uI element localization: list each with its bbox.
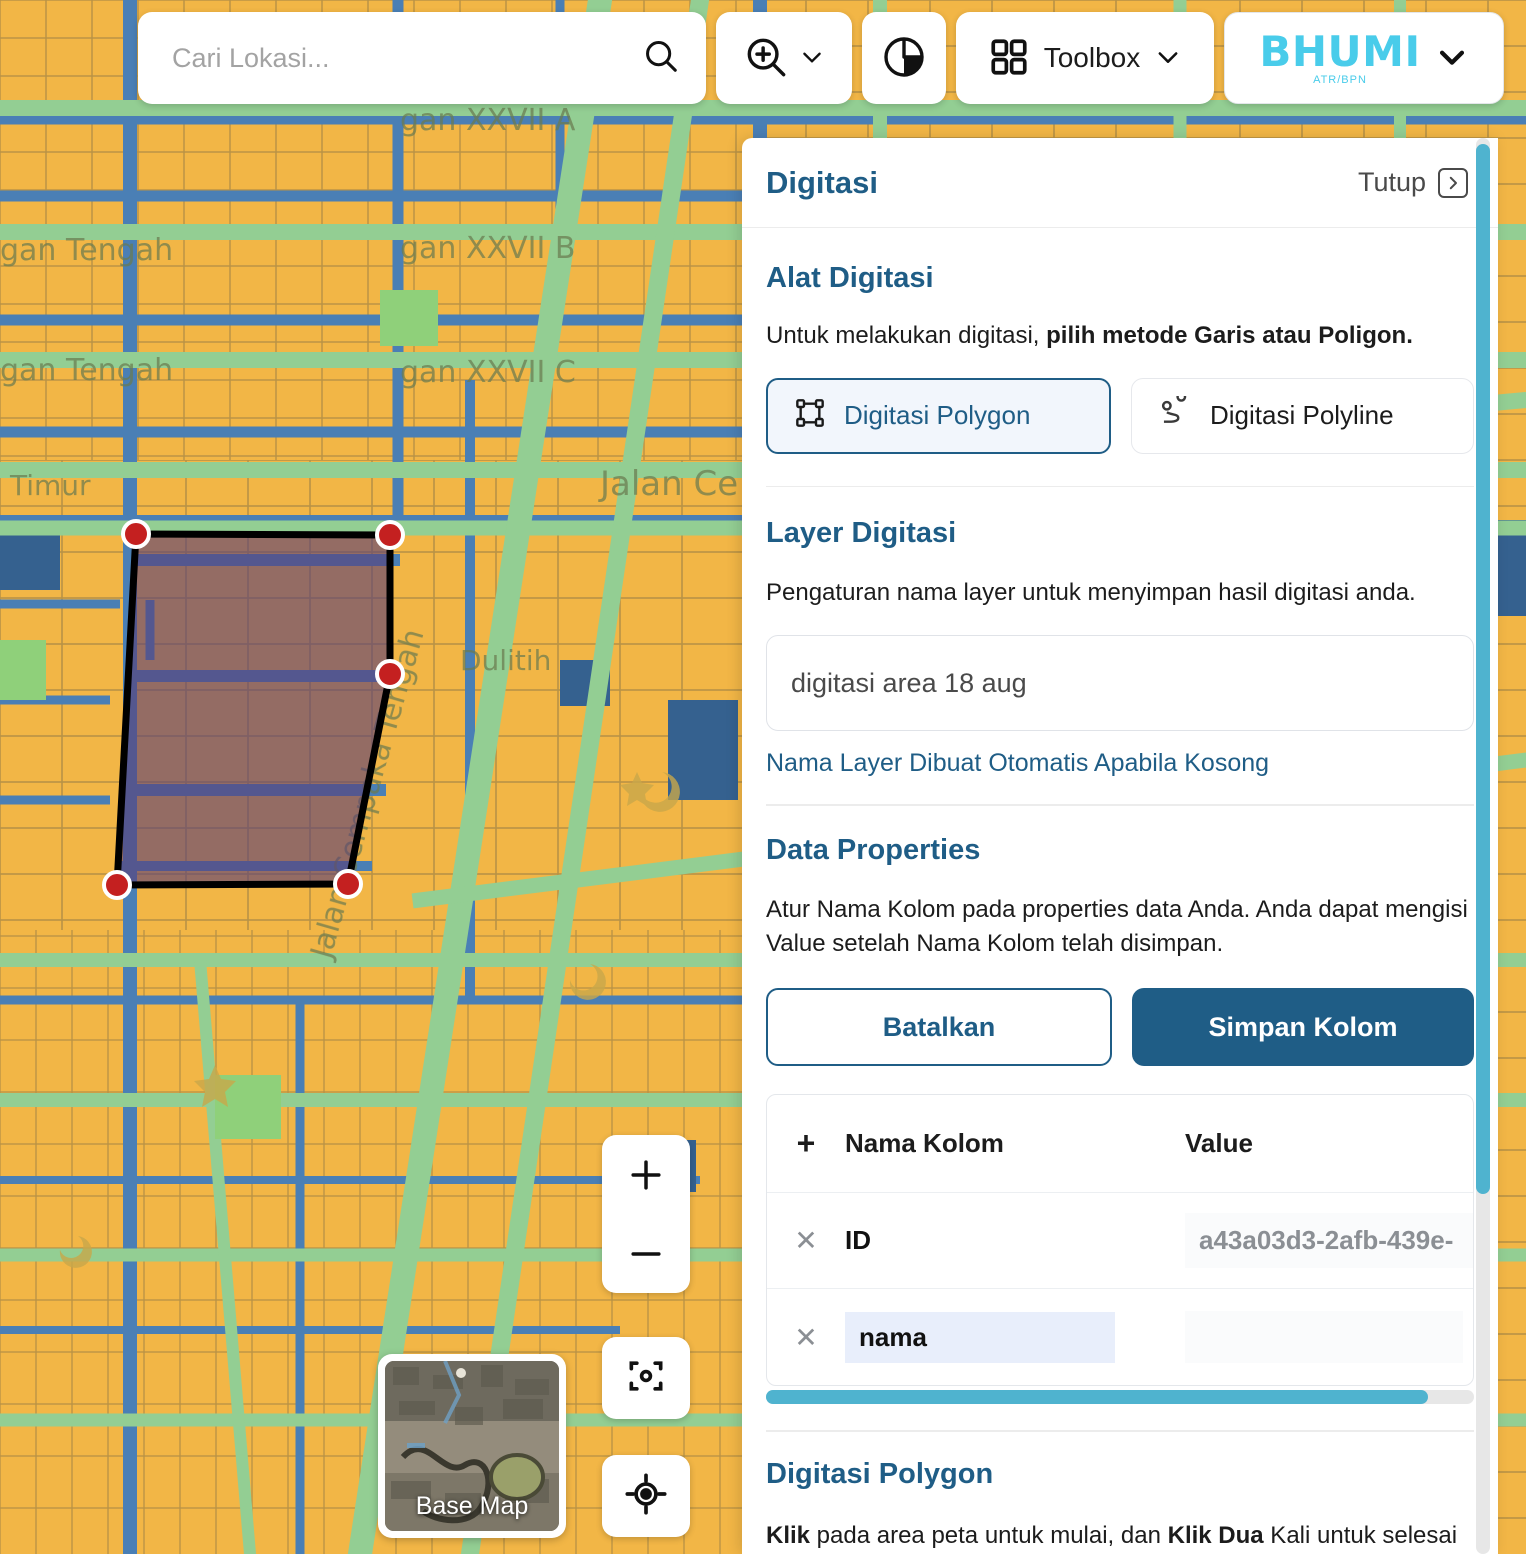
my-location-button[interactable] [602,1455,690,1537]
chevron-down-icon [1435,40,1469,77]
digitasi-polygon-button[interactable]: Digitasi Polygon [766,377,1111,454]
polygon-nodes-icon [794,397,826,434]
panel-body: Alat Digitasi Untuk melakukan digitasi, … [742,228,1498,1554]
polyline-route-icon [1158,392,1192,435]
section-help: Digitasi Polygon Klik pada area peta unt… [766,1432,1474,1554]
help-heading: Digitasi Polygon [766,1457,994,1490]
focus-frame-icon [624,1354,668,1403]
svg-text:gan XXVII B: gan XXVII B [400,231,575,266]
digitasi-polygon-label: Digitasi Polygon [844,400,1031,431]
search-input[interactable] [172,42,642,74]
table-header-row: + Nama Kolom Value [767,1095,1473,1194]
digitized-polygon [113,530,394,889]
alat-desc-bold: pilih metode Garis atau Poligon. [1046,322,1413,349]
help-bold-1: Klik [766,1521,811,1549]
focus-extent-button[interactable] [602,1337,690,1419]
panel-header: Digitasi Tutup [742,138,1498,228]
method-buttons: Digitasi Polygon Digitasi Polyline [766,377,1474,454]
zoom-out-button[interactable] [602,1214,690,1293]
help-text-1: pada area peta untuk mulai, dan [810,1521,1168,1549]
panel-scroll-thumb[interactable] [1476,144,1490,1194]
svg-text:Jalan Ce: Jalan Ce [598,464,738,504]
chevron-down-icon [1154,43,1182,74]
close-panel-label: Tutup [1357,167,1426,197]
props-heading: Data Properties [766,833,981,866]
basemap-thumbnail: Base Map [385,1361,559,1531]
alat-description: Untuk melakukan digitasi, pilih metode G… [766,319,1474,354]
digitasi-polyline-button[interactable]: Digitasi Polyline [1131,377,1474,454]
close-x-icon[interactable]: ✕ [794,1321,817,1354]
props-action-buttons: Batalkan Simpan Kolom [766,988,1474,1067]
digitasi-polyline-label: Digitasi Polyline [1210,400,1394,431]
close-panel-button[interactable]: Tutup [1358,167,1468,198]
search-icon[interactable] [642,37,680,80]
zoom-controls [602,1135,690,1293]
table-scroll-thumb[interactable] [766,1390,1428,1405]
section-layer-digitasi: Layer Digitasi Pengaturan nama layer unt… [766,487,1474,778]
svg-text:gan XXVII A: gan XXVII A [400,103,576,138]
statistics-button[interactable] [862,12,946,104]
row-value-id: a43a03d3-2afb-439e- [1185,1213,1473,1269]
chevron-right-box-icon [1438,167,1468,198]
section-data-properties: Data Properties Atur Nama Kolom pada pro… [766,806,1474,1405]
row-name-input-nama[interactable]: nama [845,1311,1115,1363]
col-header-value: Value [1185,1128,1253,1159]
layer-heading: Layer Digitasi [766,517,957,550]
svg-text:Timur: Timur [9,469,91,502]
bhumi-logo: BHUMI ATR/BPN [1259,26,1421,86]
table-horizontal-scrollbar[interactable] [766,1390,1474,1405]
table-row: ✕ ID a43a03d3-2afb-439e- [767,1193,1473,1290]
layer-auto-note: Nama Layer Dibuat Otomatis Apabila Koson… [766,749,1270,778]
properties-table: + Nama Kolom Value ✕ ID a43a03d3-2afb-43… [766,1094,1474,1387]
cancel-button[interactable]: Batalkan [766,988,1112,1067]
props-description: Atur Nama Kolom pada properties data And… [766,895,1468,958]
table-row: ✕ nama [767,1289,1473,1385]
plus-icon[interactable]: + [797,1125,816,1162]
brand-subtitle: ATR/BPN [1313,73,1367,86]
section-alat-digitasi: Alat Digitasi Untuk melakukan digitasi, … [766,228,1474,454]
svg-text:gan Tengah: gan Tengah [0,233,173,268]
layer-description: Pengaturan nama layer untuk menyimpan ha… [766,579,1416,607]
search-box[interactable] [138,12,706,104]
zoom-tool-button[interactable] [716,12,852,104]
help-text: Klik pada area peta untuk mulai, dan Kli… [766,1517,1474,1554]
basemap-label: Base Map [415,1492,529,1520]
col-header-nama-kolom: Nama Kolom [845,1128,1004,1159]
alat-desc-plain: Untuk melakukan digitasi, [766,322,1047,349]
layer-name-input[interactable] [766,635,1474,732]
panel-vertical-scrollbar[interactable] [1476,138,1490,1554]
help-bold-2: Klik Dua [1167,1521,1264,1549]
brand-account-button[interactable]: BHUMI ATR/BPN [1224,12,1504,104]
svg-text:Dulitih: Dulitih [460,644,551,677]
save-column-button[interactable]: Simpan Kolom [1132,988,1474,1067]
digitasi-panel: Digitasi Tutup Alat Digitasi Untuk melak… [742,138,1498,1554]
zoom-in-button[interactable] [602,1135,690,1214]
toolbox-button[interactable]: Toolbox [956,12,1214,104]
page-title: Digitasi [766,164,878,200]
svg-text:gan XXVII C: gan XXVII C [400,355,576,390]
app-root: Jalan Ce gan XXVII A gan XXVII B gan XXV… [0,0,1526,1554]
top-toolbar: Toolbox BHUMI ATR/BPN [138,12,1504,104]
row-value-input-nama[interactable] [1185,1311,1463,1364]
toolbox-label: Toolbox [1043,42,1141,73]
svg-text:gan Tengah: gan Tengah [0,353,173,388]
pie-chart-icon [880,33,928,84]
brand-name: BHUMI [1259,26,1421,76]
close-x-icon[interactable]: ✕ [794,1224,817,1257]
basemap-switcher[interactable]: Base Map [378,1354,566,1538]
chevron-down-icon [799,44,825,73]
alat-heading: Alat Digitasi [766,262,934,294]
zoom-in-icon [743,34,789,83]
row-name-id: ID [845,1225,871,1256]
grid-icon [988,36,1030,81]
my-location-icon [624,1472,668,1521]
